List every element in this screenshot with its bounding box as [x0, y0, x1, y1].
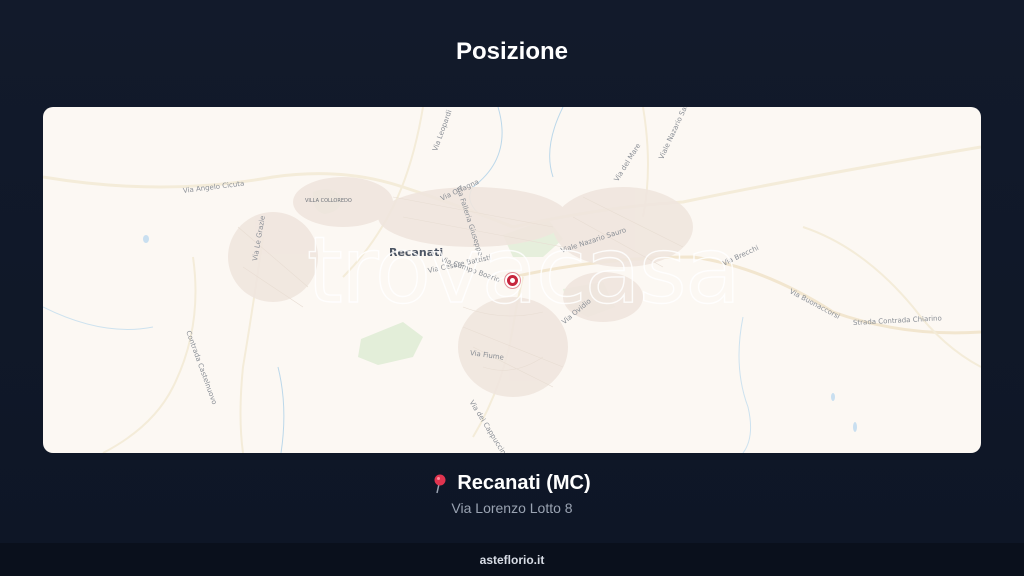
page-title: Posizione: [455, 38, 569, 65]
footer: asteflorio.it: [0, 543, 1024, 576]
watermark-logo: trovacasa: [306, 217, 742, 324]
location-heading: Recanati (MC): [0, 472, 1024, 495]
address-label: Via Lorenzo Lotto 8: [451, 500, 573, 516]
map-marker-icon[interactable]: [505, 273, 520, 288]
footer-brand[interactable]: asteflorio.it: [480, 553, 545, 567]
villa-label: VILLA COLLOREDO: [305, 198, 352, 204]
location-map[interactable]: Via Angelo Cicuta Via Le Grazie Contrada…: [43, 107, 981, 453]
city-label: Recanati (MC): [457, 472, 591, 494]
round-pushpin-icon: [434, 474, 446, 493]
